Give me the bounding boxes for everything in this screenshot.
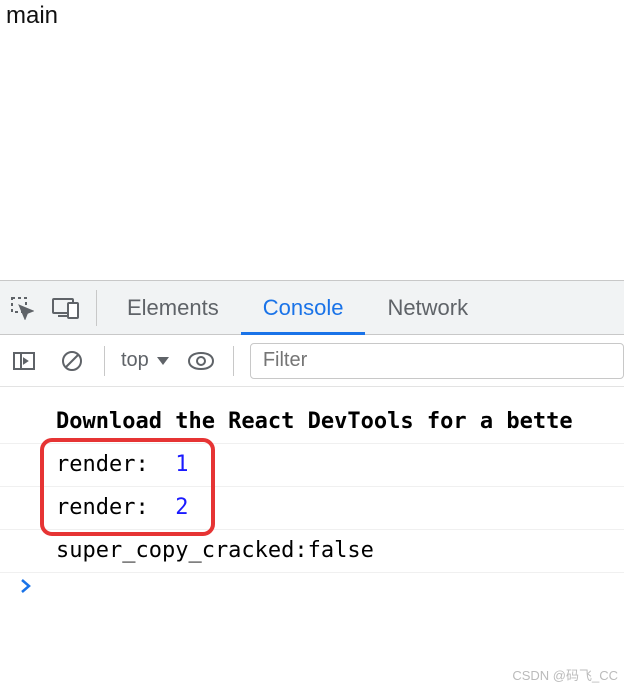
separator [96, 290, 97, 326]
console-output: Download the React DevTools for a better… [0, 387, 624, 599]
clear-console-icon[interactable] [48, 335, 96, 387]
devtools-panel: Elements Console Network top Download th… [0, 280, 624, 599]
annotation-highlight [40, 438, 215, 536]
page-body-text: main [6, 2, 58, 29]
console-toolbar: top [0, 335, 624, 387]
inspect-element-icon[interactable] [0, 281, 44, 335]
chevron-right-icon [20, 579, 32, 593]
live-expression-icon[interactable] [177, 335, 225, 387]
console-prompt[interactable] [0, 573, 624, 599]
tab-console[interactable]: Console [241, 281, 366, 335]
separator [104, 346, 105, 376]
console-line: super_copy_cracked:false [0, 530, 624, 573]
page-content: main [0, 0, 624, 280]
tab-elements[interactable]: Elements [105, 281, 241, 335]
chevron-down-icon [157, 357, 169, 365]
watermark-text: CSDN @码飞_CC [512, 665, 618, 684]
devtools-tab-bar: Elements Console Network [0, 281, 624, 335]
console-message-text: super_copy_cracked:false [56, 538, 374, 563]
tab-elements-label: Elements [127, 295, 219, 321]
tab-console-label: Console [263, 295, 344, 321]
toggle-sidebar-icon[interactable] [0, 335, 48, 387]
device-toolbar-icon[interactable] [44, 281, 88, 335]
console-message-text: Download the React DevTools for a bette [56, 409, 573, 434]
tab-network-label: Network [387, 295, 468, 321]
filter-input[interactable] [250, 343, 624, 379]
context-selector[interactable]: top [113, 349, 177, 372]
context-label: top [121, 349, 149, 372]
tab-network[interactable]: Network [365, 281, 490, 335]
separator [233, 346, 234, 376]
